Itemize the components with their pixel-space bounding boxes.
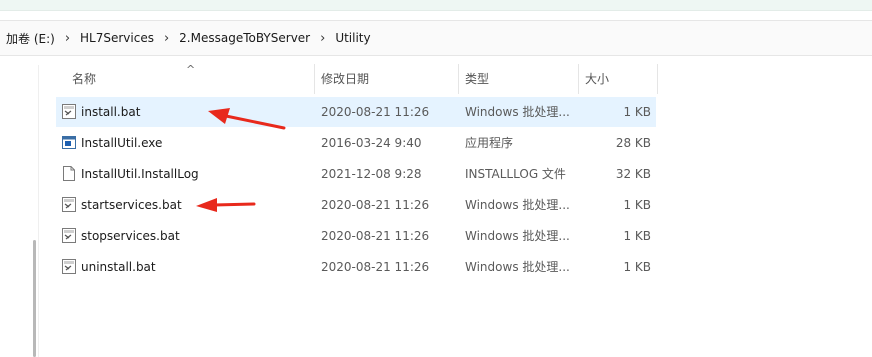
red-arrow-icon — [208, 108, 286, 130]
annotation-arrows — [196, 108, 286, 212]
red-arrow-icon — [196, 198, 256, 212]
